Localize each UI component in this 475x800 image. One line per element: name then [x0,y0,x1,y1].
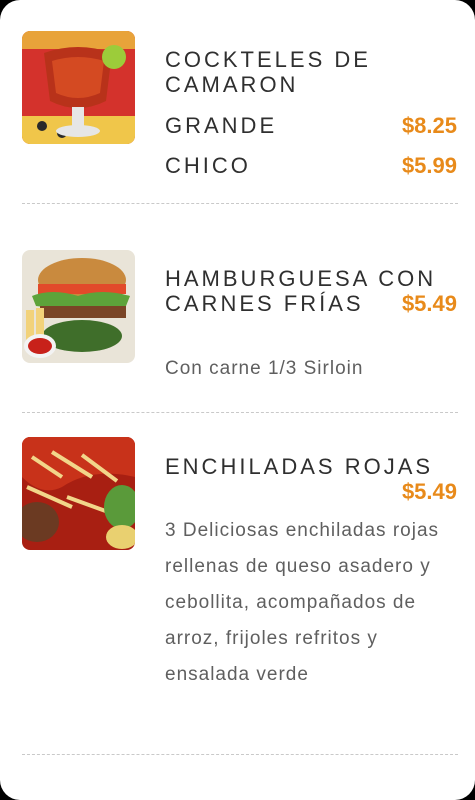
item-title: COCKTELES DE CAMARON [165,47,371,97]
price-chico: $5.99 [401,153,457,178]
shrimp-cocktail-image [22,31,135,144]
divider [22,203,458,204]
item-description: Con carne 1/3 Sirloin [165,358,364,379]
menu-card: COCKTELES DE CAMARON GRANDE $8.25 CHICO … [0,0,475,800]
item-description: 3 Deliciosas enchiladas rojas rellenas d… [165,520,440,685]
item-price: $5.49 [401,479,457,504]
enchiladas-image [22,437,135,550]
item-price: $5.49 [401,291,457,316]
price-grande: $8.25 [401,113,457,138]
divider [22,412,458,413]
hamburger-image [22,250,135,363]
variant-label-chico: CHICO [165,153,251,178]
item-title: ENCHILADAS ROJAS [165,454,434,479]
divider [22,754,458,755]
variant-label-grande: GRANDE [165,113,278,138]
